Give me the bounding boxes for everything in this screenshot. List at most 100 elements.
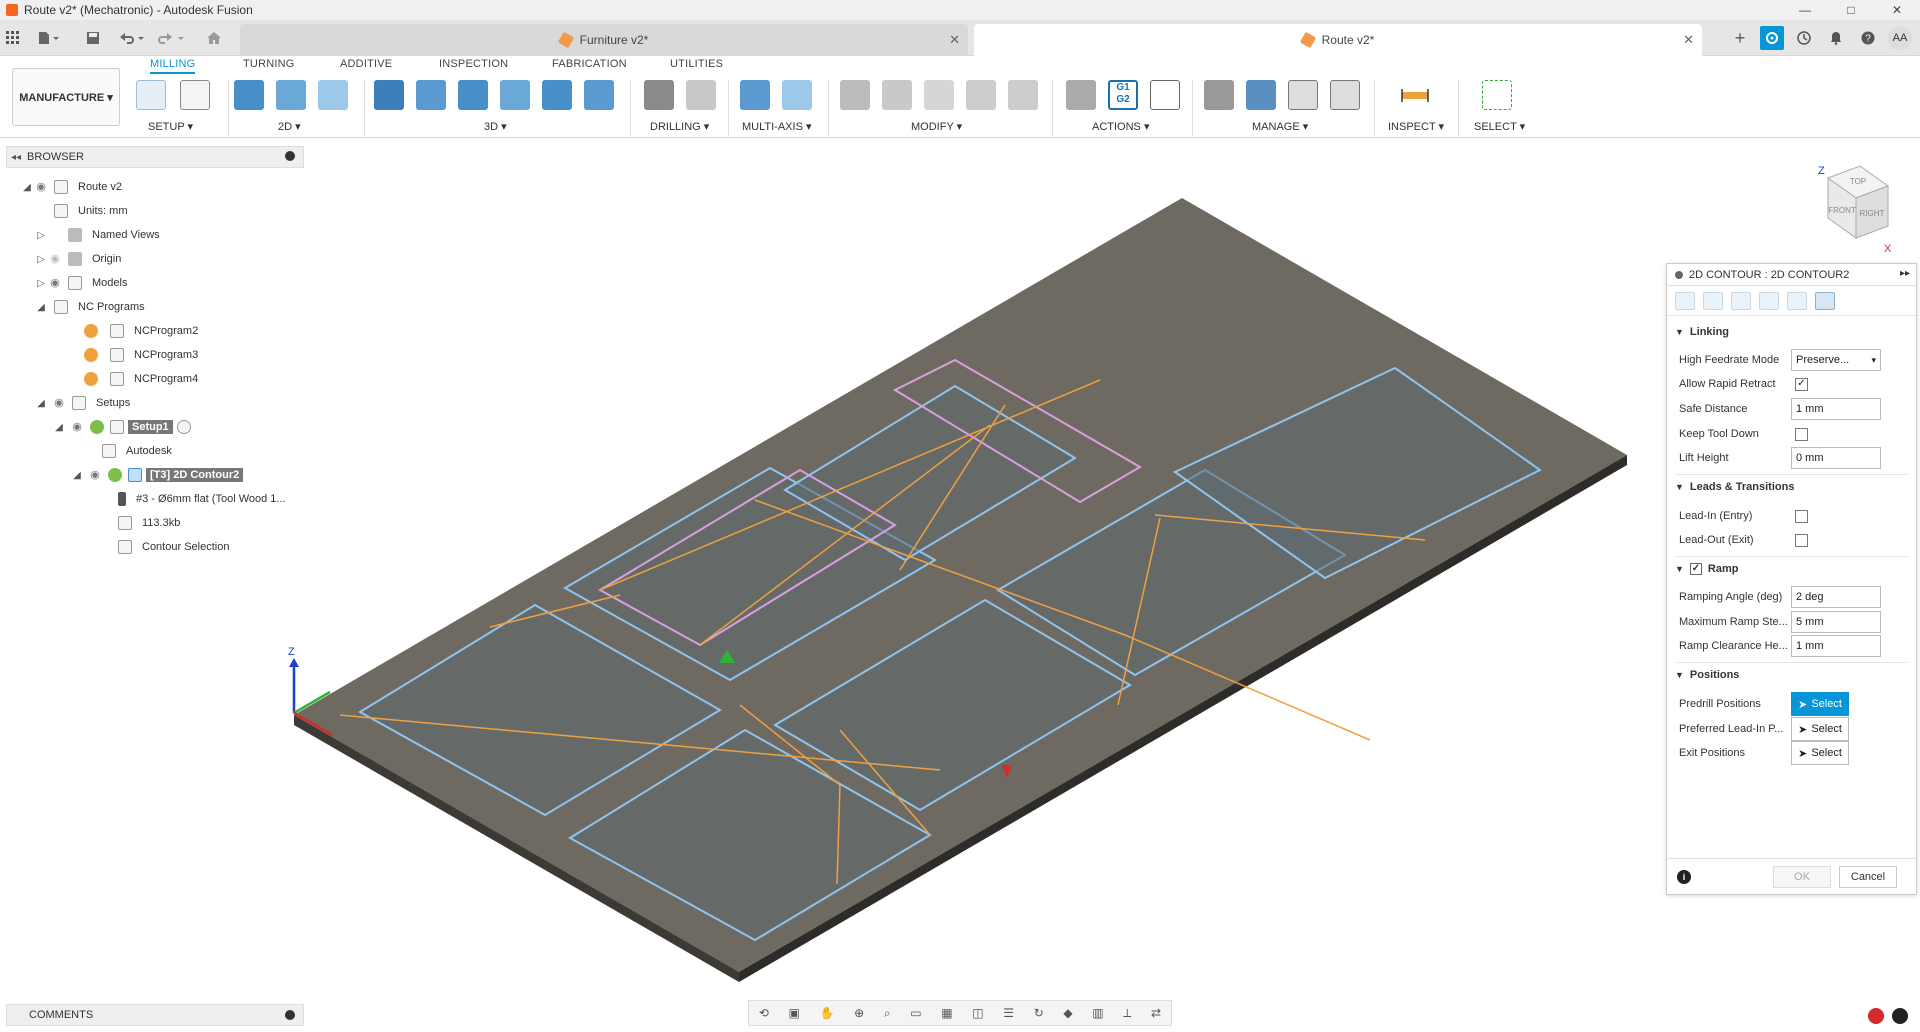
3d-pocket-icon[interactable] — [416, 80, 446, 110]
high-feedrate-mode-select[interactable]: Preserve... ▾ — [1791, 349, 1881, 371]
duplicate-toolpath-icon[interactable] — [924, 80, 954, 110]
tree-node-route[interactable]: ◢ ◉ Route v2 — [20, 176, 126, 198]
multi-axis-group-menu[interactable]: MULTI-AXIS ▾ — [742, 120, 812, 133]
chat-icon[interactable] — [1892, 1008, 1908, 1024]
actions-group-menu[interactable]: ACTIONS ▾ — [1092, 120, 1149, 133]
post-library-icon[interactable] — [1288, 80, 1318, 110]
maximize-button[interactable]: □ — [1828, 0, 1874, 20]
ok-button[interactable]: OK — [1773, 866, 1831, 888]
expand-triangle-icon[interactable]: ▷ — [34, 278, 48, 289]
tab-turning[interactable]: TURNING — [243, 58, 295, 70]
lead-in-checkbox[interactable] — [1795, 509, 1808, 523]
collapse-triangle-icon[interactable]: ◢ — [52, 422, 66, 433]
visibility-eye-icon[interactable]: ◉ — [70, 420, 84, 434]
tree-node-2d-contour2[interactable]: ◢ ◉ [T3] 2D Contour2 — [70, 464, 244, 486]
grid-settings-icon[interactable]: ▦ — [941, 1006, 952, 1020]
tool-library-icon[interactable] — [1204, 80, 1234, 110]
close-tab-icon[interactable]: ✕ — [1683, 32, 1694, 48]
section-positions[interactable]: ▼ Positions — [1675, 669, 1739, 681]
collapse-triangle-icon[interactable]: ◢ — [34, 398, 48, 409]
close-window-button[interactable]: ✕ — [1874, 0, 1920, 20]
new-setup-icon[interactable] — [136, 80, 166, 110]
safe-distance-input[interactable]: 1 mm — [1791, 398, 1881, 420]
measure-icon[interactable] — [1400, 80, 1430, 110]
tab-inspection[interactable]: INSPECTION — [439, 58, 508, 70]
machine-library-icon[interactable] — [1246, 80, 1276, 110]
multi-axis-contour-icon[interactable] — [782, 80, 812, 110]
user-avatar[interactable]: AA — [1888, 26, 1912, 50]
extensions-icon[interactable] — [1760, 26, 1784, 50]
tree-node-units[interactable]: Units: mm — [48, 200, 132, 222]
window-select-icon[interactable] — [1482, 80, 1512, 110]
scallop-icon[interactable] — [542, 80, 572, 110]
contour-3d-icon[interactable] — [584, 80, 614, 110]
home-icon[interactable] — [206, 26, 222, 50]
template-library-icon[interactable] — [1330, 80, 1360, 110]
active-setup-icon[interactable] — [176, 420, 191, 434]
nc-program-icon[interactable] — [180, 80, 210, 110]
tree-node-origin[interactable]: ▷ ◉ Origin — [34, 248, 125, 270]
exit-positions-select-button[interactable]: ➤ Select — [1791, 741, 1849, 765]
new-tab-button[interactable]: + — [1728, 26, 1752, 50]
drill-icon[interactable] — [644, 80, 674, 110]
browser-pin-icon[interactable] — [285, 151, 295, 161]
workspace-switcher[interactable]: MANUFACTURE ▾ — [12, 68, 120, 126]
modify-group-menu[interactable]: MODIFY ▾ — [911, 120, 962, 133]
setup-group-menu[interactable]: SETUP ▾ — [148, 120, 193, 133]
error-status-icon[interactable] — [1868, 1008, 1884, 1024]
tree-node-named-views[interactable]: ▷ Named Views — [34, 224, 164, 246]
display-settings-icon[interactable]: ▭ — [910, 1006, 921, 1020]
minimize-button[interactable]: — — [1782, 0, 1828, 20]
hole-recognition-icon[interactable] — [686, 80, 716, 110]
inspect-group-menu[interactable]: INSPECT ▾ — [1388, 120, 1444, 133]
tree-node-nc-programs[interactable]: ◢ NC Programs — [34, 296, 149, 318]
tree-node-ncprogram3[interactable]: NCProgram3 — [78, 344, 202, 366]
collapse-triangle-icon[interactable]: ◢ — [34, 302, 48, 313]
toolpath-display-icon[interactable]: ⟂ — [1123, 1006, 1131, 1021]
2d-pocket-icon[interactable] — [276, 80, 306, 110]
drilling-group-menu[interactable]: DRILLING ▾ — [650, 120, 709, 133]
help-icon[interactable]: ? — [1856, 26, 1880, 50]
collapse-section-icon[interactable]: ▼ — [1675, 670, 1684, 680]
tab-route[interactable]: Route v2* ✕ — [974, 24, 1702, 56]
browser-panel-header[interactable]: ◂◂ BROWSER — [6, 146, 304, 168]
file-icon[interactable] — [38, 26, 60, 50]
stock-display-icon[interactable]: ◆ — [1063, 1006, 1072, 1020]
heights-tab-icon[interactable] — [1731, 292, 1751, 310]
2d-adaptive-icon[interactable] — [234, 80, 264, 110]
predrill-select-button[interactable]: ➤ Select — [1791, 692, 1849, 716]
simulation-icon[interactable]: ⇄ — [1151, 1006, 1161, 1020]
viewports-icon[interactable]: ◫ — [972, 1006, 983, 1020]
trim-icon[interactable] — [966, 80, 996, 110]
undo-icon[interactable] — [118, 26, 146, 50]
ramp-clearance-input[interactable]: 1 mm — [1791, 635, 1881, 657]
collapse-triangle-icon[interactable]: ◢ — [20, 182, 34, 193]
tree-node-toolpath-size[interactable]: 113.3kb — [112, 512, 184, 534]
select-group-menu[interactable]: SELECT ▾ — [1474, 120, 1525, 133]
job-status-icon[interactable] — [1792, 26, 1816, 50]
geometry-tab-icon[interactable] — [1703, 292, 1723, 310]
tree-node-ncprogram4[interactable]: NCProgram4 — [78, 368, 202, 390]
post-process-icon[interactable]: G1 G2 — [1108, 80, 1138, 110]
linking-active-tab-icon[interactable] — [1815, 292, 1835, 310]
tree-node-contour-selection[interactable]: Contour Selection — [112, 536, 233, 558]
expand-dialog-icon[interactable]: ▸▸ — [1900, 268, 1910, 279]
save-icon[interactable] — [86, 26, 100, 50]
tab-fabrication[interactable]: FABRICATION — [552, 58, 627, 70]
pan-icon[interactable]: ✋ — [820, 1006, 835, 1020]
close-tab-icon[interactable]: ✕ — [949, 32, 960, 48]
fit-icon[interactable]: ⌕ — [884, 1006, 891, 1021]
swarf-icon[interactable] — [740, 80, 770, 110]
3d-adaptive-icon[interactable] — [374, 80, 404, 110]
cut-toolpath-icon[interactable] — [840, 80, 870, 110]
2d-group-menu[interactable]: 2D ▾ — [278, 120, 301, 133]
lift-height-input[interactable]: 0 mm — [1791, 447, 1881, 469]
refresh-icon[interactable]: ↻ — [1034, 1006, 1044, 1020]
visibility-eye-icon[interactable]: ◉ — [88, 468, 102, 482]
tree-node-setup1[interactable]: ◢ ◉ Setup1 — [52, 416, 197, 438]
3d-group-menu[interactable]: 3D ▾ — [484, 120, 507, 133]
steep-shallow-icon[interactable] — [458, 80, 488, 110]
keep-tool-down-checkbox[interactable] — [1795, 427, 1808, 441]
visibility-eye-icon[interactable]: ◉ — [52, 396, 66, 410]
ramping-angle-input[interactable]: 2 deg — [1791, 586, 1881, 608]
